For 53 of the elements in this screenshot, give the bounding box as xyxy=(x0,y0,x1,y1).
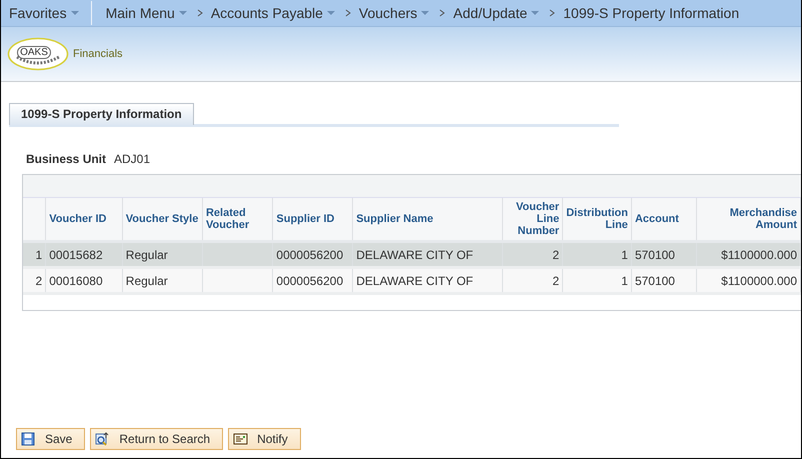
chevron-icon xyxy=(344,9,351,17)
table-cell: 00015682 xyxy=(49,248,103,262)
note-icon xyxy=(233,432,248,446)
action-button[interactable]: Return to Search xyxy=(90,428,224,450)
breadcrumb-link[interactable]: Favorites xyxy=(9,5,67,21)
chevron-icon xyxy=(439,9,446,17)
chevron-icon xyxy=(196,9,203,17)
table-cell: 570100 xyxy=(634,274,675,288)
dropdown-icon xyxy=(531,10,540,16)
breadcrumb-link[interactable]: 1099-S Property Information xyxy=(563,5,740,21)
table-cell: Regular xyxy=(126,274,168,288)
table-cell: 570100 xyxy=(634,248,675,262)
table-cell: 1 xyxy=(621,274,628,288)
table-cell: DELAWARE CITY OF xyxy=(356,274,474,288)
table-cell: 2 xyxy=(552,274,560,288)
table-cell: $1100000.000 xyxy=(721,248,797,262)
save-icon xyxy=(21,432,36,446)
breadcrumb-link[interactable]: Vouchers xyxy=(358,5,418,21)
dropdown-icon xyxy=(421,10,430,16)
dropdown-icon xyxy=(326,10,335,16)
column-header: Voucher Style xyxy=(126,213,198,225)
search-icon xyxy=(95,432,110,446)
column-header: Voucher ID xyxy=(49,213,106,225)
field-label: Business Unit xyxy=(26,152,106,166)
column-header: Merchandise Amount xyxy=(730,207,797,231)
breadcrumb-link[interactable]: Accounts Payable xyxy=(210,5,323,21)
logo-text: Financials xyxy=(73,48,123,60)
column-header: Related Voucher xyxy=(206,207,250,231)
column-header: Account xyxy=(634,213,679,225)
table-cell: 1 xyxy=(621,248,628,262)
breadcrumb-link[interactable]: Add/Update xyxy=(453,5,528,21)
table-cell: 0000056200 xyxy=(276,274,344,288)
dropdown-icon xyxy=(178,10,187,16)
table-cell: $1100000.000 xyxy=(721,274,797,288)
column-header: Voucher Line Number xyxy=(516,201,560,237)
table-cell: 0000056200 xyxy=(276,248,344,262)
row-number: 2 xyxy=(36,274,42,288)
column-header: Supplier Name xyxy=(356,213,434,225)
action-button[interactable]: Save xyxy=(16,428,86,450)
column-header: Distribution Line xyxy=(566,207,628,231)
table-cell: DELAWARE CITY OF xyxy=(356,248,474,262)
page-tab[interactable]: 1099-S Property Information xyxy=(9,103,194,125)
action-button[interactable]: Notify xyxy=(228,428,301,450)
breadcrumb-link[interactable]: Main Menu xyxy=(106,5,175,21)
table-cell: 2 xyxy=(552,248,560,262)
field-value: ADJ01 xyxy=(114,152,150,166)
dropdown-icon xyxy=(70,10,79,16)
row-number: 1 xyxy=(36,248,42,262)
table-cell: Regular xyxy=(126,248,168,262)
table-cell: 00016080 xyxy=(49,274,103,288)
logo: OAKS xyxy=(7,37,69,71)
column-header: Supplier ID xyxy=(276,213,334,225)
chevron-icon xyxy=(549,9,556,17)
